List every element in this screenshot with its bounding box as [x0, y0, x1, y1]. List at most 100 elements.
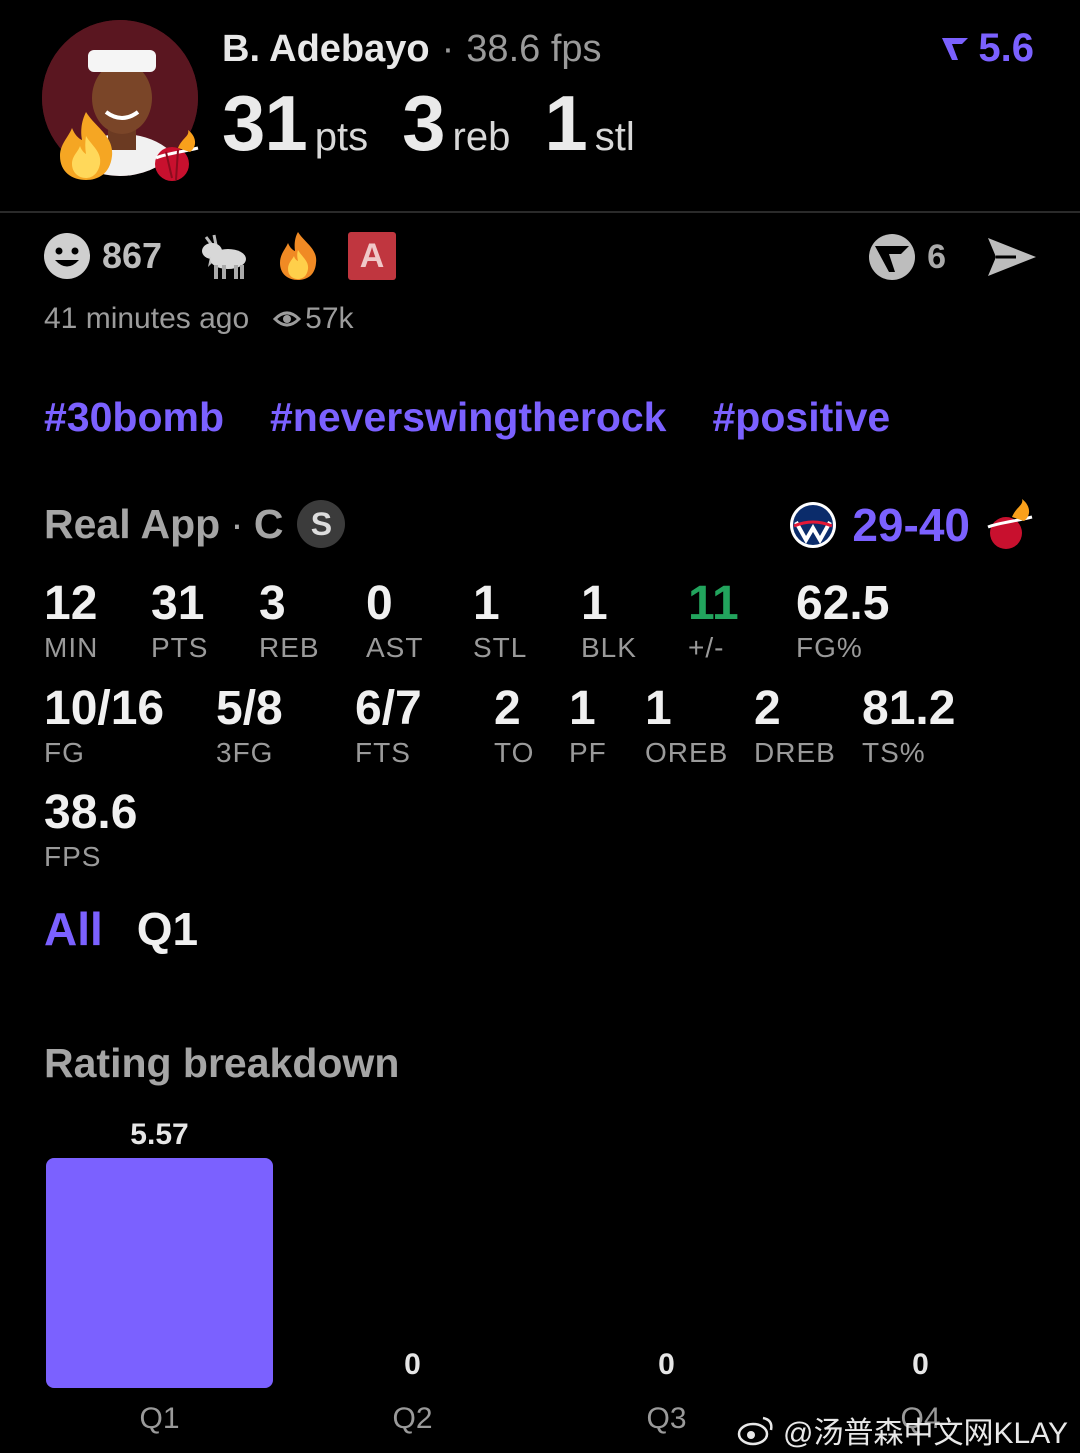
stat-value: 1	[473, 577, 500, 630]
stat-dreb: 2 DREB	[754, 681, 836, 769]
chart-data-label: 0	[404, 1348, 421, 1381]
stat-label: PTS	[151, 632, 209, 663]
stat-label: AST	[366, 632, 424, 663]
hashtag-link[interactable]: #positive	[713, 394, 891, 441]
goat-reaction-icon[interactable]	[196, 231, 248, 281]
post-meta: 41 minutes ago 57k	[44, 302, 354, 336]
share-send-icon[interactable]	[986, 234, 1038, 280]
stat-label: TS%	[862, 737, 926, 768]
stat-label: +/-	[688, 632, 725, 663]
chart-data-label: 0	[658, 1348, 675, 1381]
stat-value: 1	[581, 577, 608, 630]
stat-value: 31	[151, 577, 205, 630]
post-actions: 6	[867, 232, 1038, 282]
time-ago: 41 minutes ago	[44, 302, 250, 335]
stat-blk: 1 BLK	[581, 576, 637, 664]
stat-value: 1	[569, 682, 596, 735]
stat-label: PF	[569, 737, 607, 768]
stat-label: 3FG	[216, 737, 274, 768]
stat-oreb: 1 OREB	[645, 681, 728, 769]
stat-value: 62.5	[796, 577, 890, 630]
stat-pts: 31 PTS	[151, 576, 208, 664]
hashtag-link[interactable]: #neverswingtherock	[270, 394, 667, 441]
game-info: Real App · C S	[44, 500, 346, 548]
stat-label: STL	[473, 632, 528, 663]
pts-value: 31	[222, 79, 308, 167]
tab-all[interactable]: All	[44, 902, 103, 956]
stat-pf: 1 PF	[569, 681, 607, 769]
stat-fps: 38.6 FPS	[44, 785, 137, 873]
stat-fg-pct: 62.5 FG%	[796, 576, 889, 664]
hashtag-list: #30bomb #neverswingtherock #positive	[44, 394, 890, 441]
stat-reb: 3 REB	[259, 576, 320, 664]
player-position: C	[253, 500, 284, 547]
comment-count: 6	[927, 237, 946, 276]
stl-value: 1	[544, 79, 587, 167]
chart-category-label: Q1	[139, 1402, 179, 1435]
watermark: @汤普森中文网KLAY	[737, 1408, 1068, 1452]
stat-value: 11	[688, 577, 739, 630]
heat-team-logo-icon	[987, 499, 1033, 549]
smile-reaction-icon[interactable]	[42, 231, 92, 281]
stat-label: FTS	[355, 737, 411, 768]
header-divider	[0, 211, 1080, 213]
stat-value: 1	[645, 682, 672, 735]
score-value: 29-40	[852, 499, 970, 551]
views-value: 57k	[305, 302, 354, 335]
reb-unit: reb	[452, 115, 511, 159]
stat-label: FG	[44, 737, 85, 768]
stat-label: MIN	[44, 632, 99, 663]
reaction-row: 867 A	[42, 230, 397, 282]
player-name[interactable]: B. Adebayo	[222, 28, 430, 70]
fire-reaction-icon[interactable]	[274, 230, 322, 282]
stat-label: TO	[494, 737, 535, 768]
stat-plus-minus: 11 +/-	[688, 576, 739, 664]
stat-label: FG%	[796, 632, 863, 663]
stat-stl: 1 STL	[473, 576, 527, 664]
weibo-logo-icon	[737, 1416, 773, 1446]
stat-label: DREB	[754, 737, 836, 768]
chart-data-label: 0	[912, 1348, 929, 1381]
player-fps: 38.6 fps	[466, 28, 602, 70]
a-grade-badge[interactable]: A	[348, 232, 397, 280]
stat-value: 6/7	[355, 682, 422, 735]
stat-label: REB	[259, 632, 320, 663]
pts-unit: pts	[314, 115, 369, 159]
app-name: Real App	[44, 500, 221, 547]
view-count: 57k	[273, 302, 354, 336]
section-title: Rating breakdown	[44, 1040, 400, 1086]
chart-data-label: 5.57	[130, 1118, 188, 1151]
stat-label: BLK	[581, 632, 637, 663]
starter-badge: S	[297, 500, 346, 548]
hashtag-link[interactable]: #30bomb	[44, 394, 224, 441]
rating-breakdown-chart: 5.57Q10Q20Q30Q4	[46, 1118, 941, 1435]
game-score[interactable]: 29-40	[788, 498, 1034, 552]
reb-value: 3	[402, 79, 445, 167]
stat-value: 81.2	[862, 682, 956, 735]
stat-value: 5/8	[216, 682, 283, 735]
stat-fg: 10/16 FG	[44, 681, 164, 769]
smile-count: 867	[102, 235, 163, 276]
watermark-text: @汤普森中文网KLAY	[783, 1417, 1068, 1450]
rating-indicator: 5.6	[940, 26, 1034, 71]
wizards-team-logo-icon	[790, 502, 837, 548]
stat-to: 2 TO	[494, 681, 534, 769]
period-tabs: All Q1	[44, 902, 198, 956]
stat-value: 12	[44, 577, 98, 630]
stat-3fg: 5/8 3FG	[216, 681, 283, 769]
stat-label: FPS	[44, 841, 102, 872]
stat-value: 38.6	[44, 786, 138, 839]
eye-icon	[273, 311, 302, 327]
fire-icon	[52, 110, 120, 182]
heat-team-logo-icon	[148, 128, 204, 184]
comment-icon[interactable]	[867, 232, 917, 282]
stat-min: 12 MIN	[44, 576, 98, 664]
separator: ·	[441, 28, 455, 70]
stat-ast: 0 AST	[366, 576, 423, 664]
stat-value: 0	[366, 577, 393, 630]
headline-stats: 31 pts 3 reb 1 stl	[222, 78, 669, 169]
rating-value: 5.6	[978, 26, 1034, 70]
tab-q1[interactable]: Q1	[137, 902, 198, 956]
chart-bar	[46, 1158, 273, 1388]
stat-value: 2	[494, 682, 521, 735]
